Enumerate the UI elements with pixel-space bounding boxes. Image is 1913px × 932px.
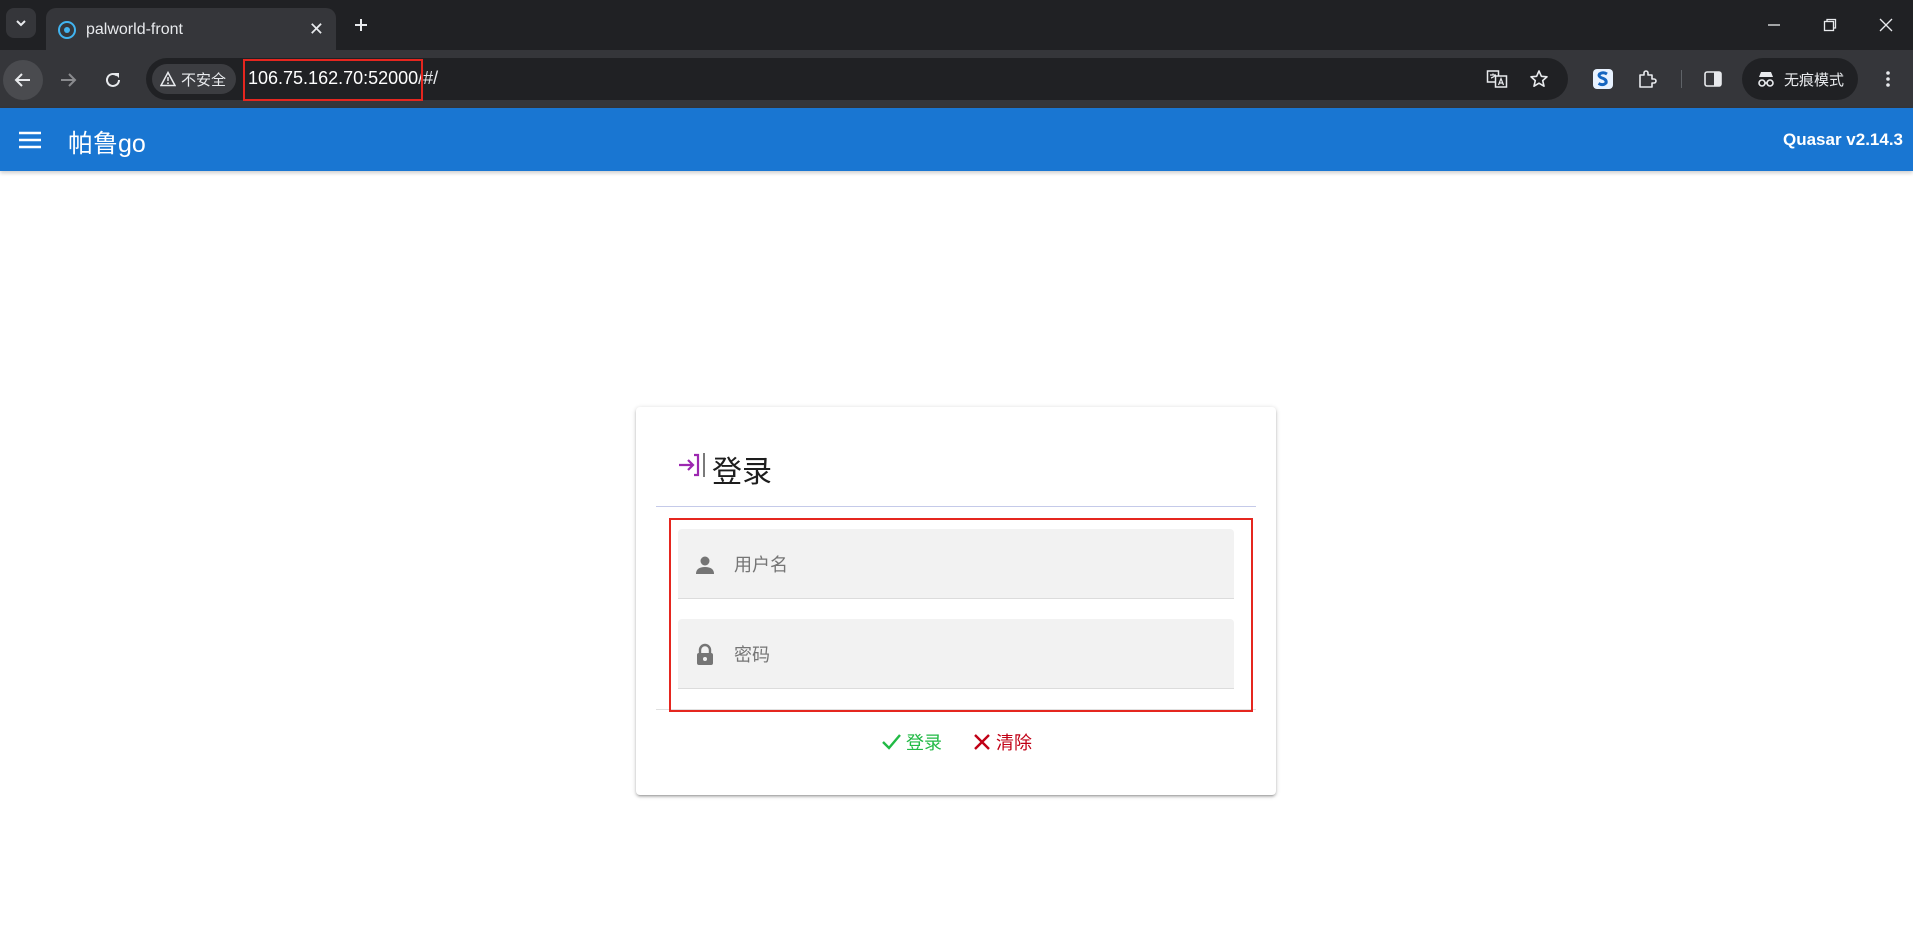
toolbar-divider bbox=[1681, 70, 1682, 88]
bookmark-button[interactable] bbox=[1528, 68, 1550, 90]
plus-icon bbox=[355, 19, 367, 31]
site-favicon-icon bbox=[58, 21, 76, 39]
restore-icon bbox=[1823, 18, 1837, 32]
translate-button[interactable] bbox=[1486, 68, 1508, 90]
new-tab-button[interactable] bbox=[348, 12, 374, 38]
arrow-left-icon bbox=[14, 73, 30, 87]
login-button-label: 登录 bbox=[906, 733, 942, 753]
browser-tab-bar: palworld-front ✕ bbox=[0, 0, 1913, 50]
login-icon bbox=[679, 453, 705, 477]
warning-icon bbox=[160, 71, 176, 87]
security-indicator[interactable]: 不安全 bbox=[152, 64, 237, 94]
login-title: 登录 bbox=[712, 456, 772, 489]
back-button[interactable] bbox=[3, 60, 43, 100]
login-actions: 登录 清除 bbox=[636, 729, 1276, 755]
reload-button[interactable] bbox=[93, 60, 133, 100]
side-panel-icon bbox=[1704, 71, 1722, 87]
extension-s-button[interactable] bbox=[1590, 66, 1616, 92]
forward-button[interactable] bbox=[48, 60, 88, 100]
app-header: 帕鲁go Quasar v2.14.3 bbox=[0, 108, 1913, 171]
hamburger-menu-icon bbox=[19, 131, 41, 149]
close-icon bbox=[1879, 18, 1893, 32]
browser-tab[interactable]: palworld-front ✕ bbox=[46, 8, 336, 50]
app-version: Quasar v2.14.3 bbox=[1782, 130, 1903, 149]
tab-title: palworld-front bbox=[86, 21, 183, 38]
clear-button-label: 清除 bbox=[996, 733, 1032, 753]
restore-button[interactable] bbox=[1810, 10, 1850, 40]
login-button[interactable]: 登录 bbox=[880, 729, 942, 755]
minimize-button[interactable] bbox=[1754, 10, 1794, 40]
app-title: 帕鲁go bbox=[68, 130, 146, 158]
extensions-button[interactable] bbox=[1634, 66, 1660, 92]
url-highlight-box bbox=[243, 59, 423, 101]
translate-icon bbox=[1486, 70, 1508, 88]
check-icon bbox=[882, 734, 901, 750]
star-icon bbox=[1530, 70, 1548, 87]
incognito-label: 无痕模式 bbox=[1784, 71, 1845, 89]
arrow-right-icon bbox=[61, 73, 77, 87]
close-icon bbox=[974, 734, 990, 750]
reload-icon bbox=[106, 72, 120, 87]
tab-close-icon[interactable]: ✕ bbox=[309, 19, 324, 39]
tab-search-button[interactable] bbox=[6, 8, 36, 38]
card-separator bbox=[656, 506, 1256, 507]
incognito-icon bbox=[1758, 72, 1774, 87]
security-label: 不安全 bbox=[181, 71, 227, 89]
more-vertical-icon bbox=[1886, 71, 1890, 87]
clear-button[interactable]: 清除 bbox=[972, 729, 1032, 755]
incognito-indicator[interactable]: 无痕模式 bbox=[1742, 58, 1859, 100]
browser-menu-button[interactable] bbox=[1876, 66, 1900, 92]
chevron-down-icon bbox=[16, 20, 26, 27]
minimize-icon bbox=[1768, 24, 1780, 26]
puzzle-icon bbox=[1639, 70, 1657, 88]
close-window-button[interactable] bbox=[1866, 10, 1906, 40]
fields-highlight-box bbox=[669, 518, 1253, 712]
side-panel-button[interactable] bbox=[1700, 66, 1726, 92]
menu-toggle-button[interactable] bbox=[16, 126, 44, 154]
s-extension-icon bbox=[1593, 69, 1613, 89]
